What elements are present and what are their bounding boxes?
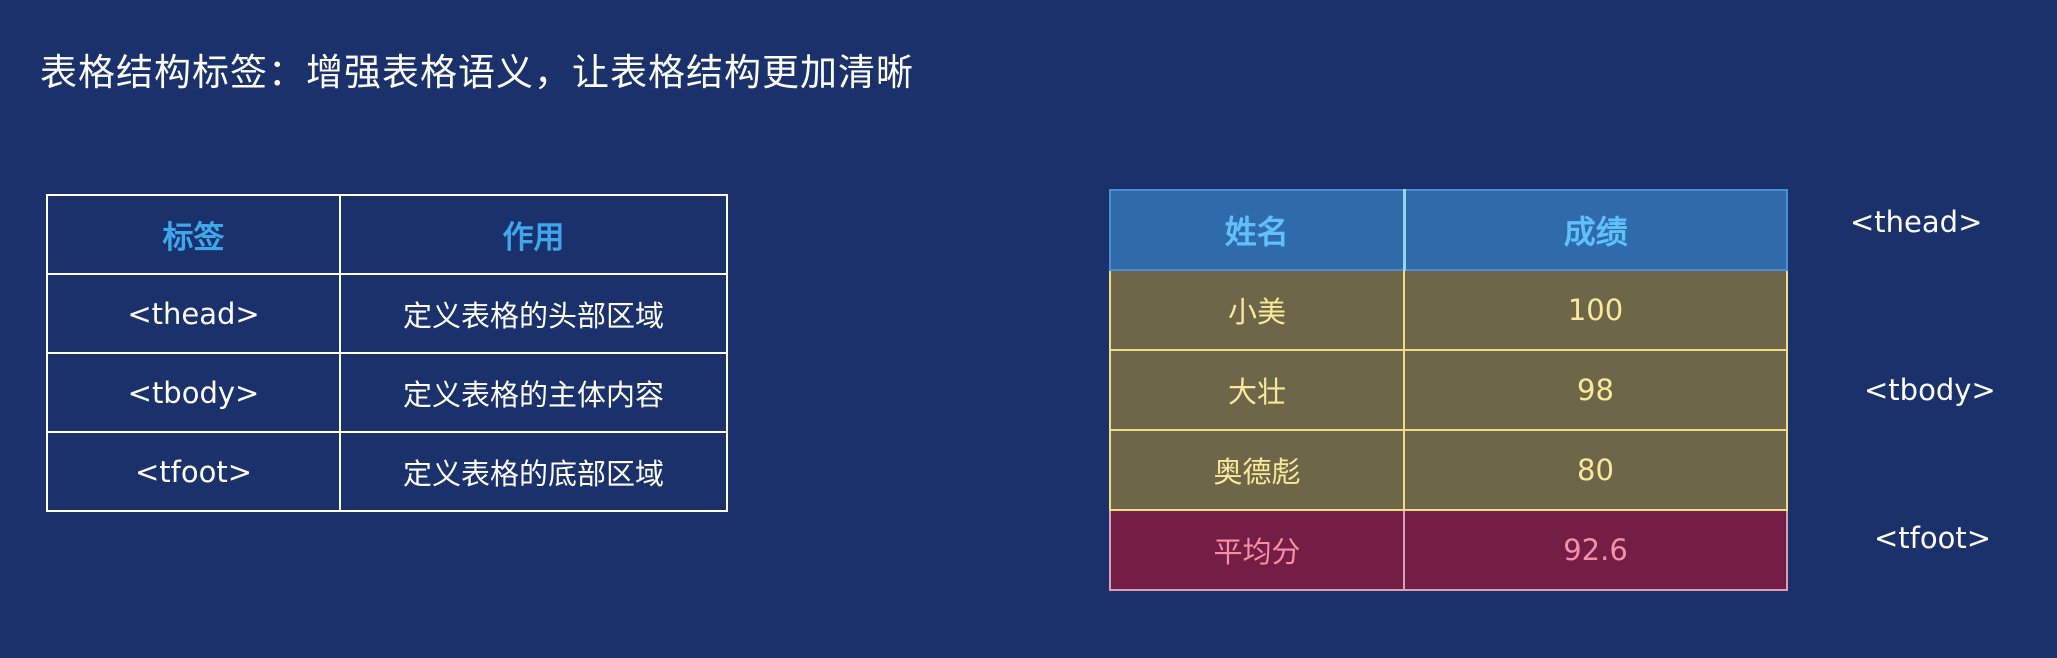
reference-header-tag: 标签 [46,194,341,275]
student-name: 小美 [1109,269,1405,351]
reference-header-row: 标签 作用 [46,194,728,275]
average-label: 平均分 [1109,509,1405,591]
example-header-name: 姓名 [1109,189,1405,271]
example-thead: 姓名 成绩 [1109,189,1788,271]
table-row: <tbody> 定义表格的主体内容 [46,352,728,433]
reference-cell-desc: 定义表格的主体内容 [339,352,728,433]
reference-cell-tag: <thead> [46,273,341,354]
page-title: 表格结构标签：增强表格语义，让表格结构更加清晰 [40,51,914,94]
footer-row: 平均分 92.6 [1109,509,1788,591]
example-tbody: 小美 100 大壮 98 奥德彪 80 [1109,269,1788,511]
reference-cell-tag: <tfoot> [46,431,341,512]
table-row: 大壮 98 [1109,349,1788,431]
student-score: 80 [1403,429,1788,511]
reference-table: 标签 作用 <thead> 定义表格的头部区域 <tbody> 定义表格的主体内… [46,194,728,512]
table-row: 奥德彪 80 [1109,429,1788,511]
student-name: 奥德彪 [1109,429,1405,511]
table-row: 小美 100 [1109,269,1788,351]
example-score-table: 姓名 成绩 小美 100 大壮 98 奥德彪 80 平均分 92.6 [1109,189,1788,591]
table-row: <tfoot> 定义表格的底部区域 [46,431,728,512]
student-name: 大壮 [1109,349,1405,431]
tbody-section-label: <tbody> [1864,373,1996,407]
student-score: 98 [1403,349,1788,431]
reference-header-purpose: 作用 [339,194,728,275]
reference-cell-tag: <tbody> [46,352,341,433]
example-header-row: 姓名 成绩 [1109,189,1788,271]
example-tfoot: 平均分 92.6 [1109,509,1788,591]
example-header-score: 成绩 [1402,189,1788,271]
average-score: 92.6 [1403,509,1788,591]
table-row: <thead> 定义表格的头部区域 [46,273,728,354]
reference-cell-desc: 定义表格的头部区域 [339,273,728,354]
thead-section-label: <thead> [1850,205,1983,239]
tfoot-section-label: <tfoot> [1874,521,1992,555]
reference-cell-desc: 定义表格的底部区域 [339,431,728,512]
student-score: 100 [1403,269,1788,351]
